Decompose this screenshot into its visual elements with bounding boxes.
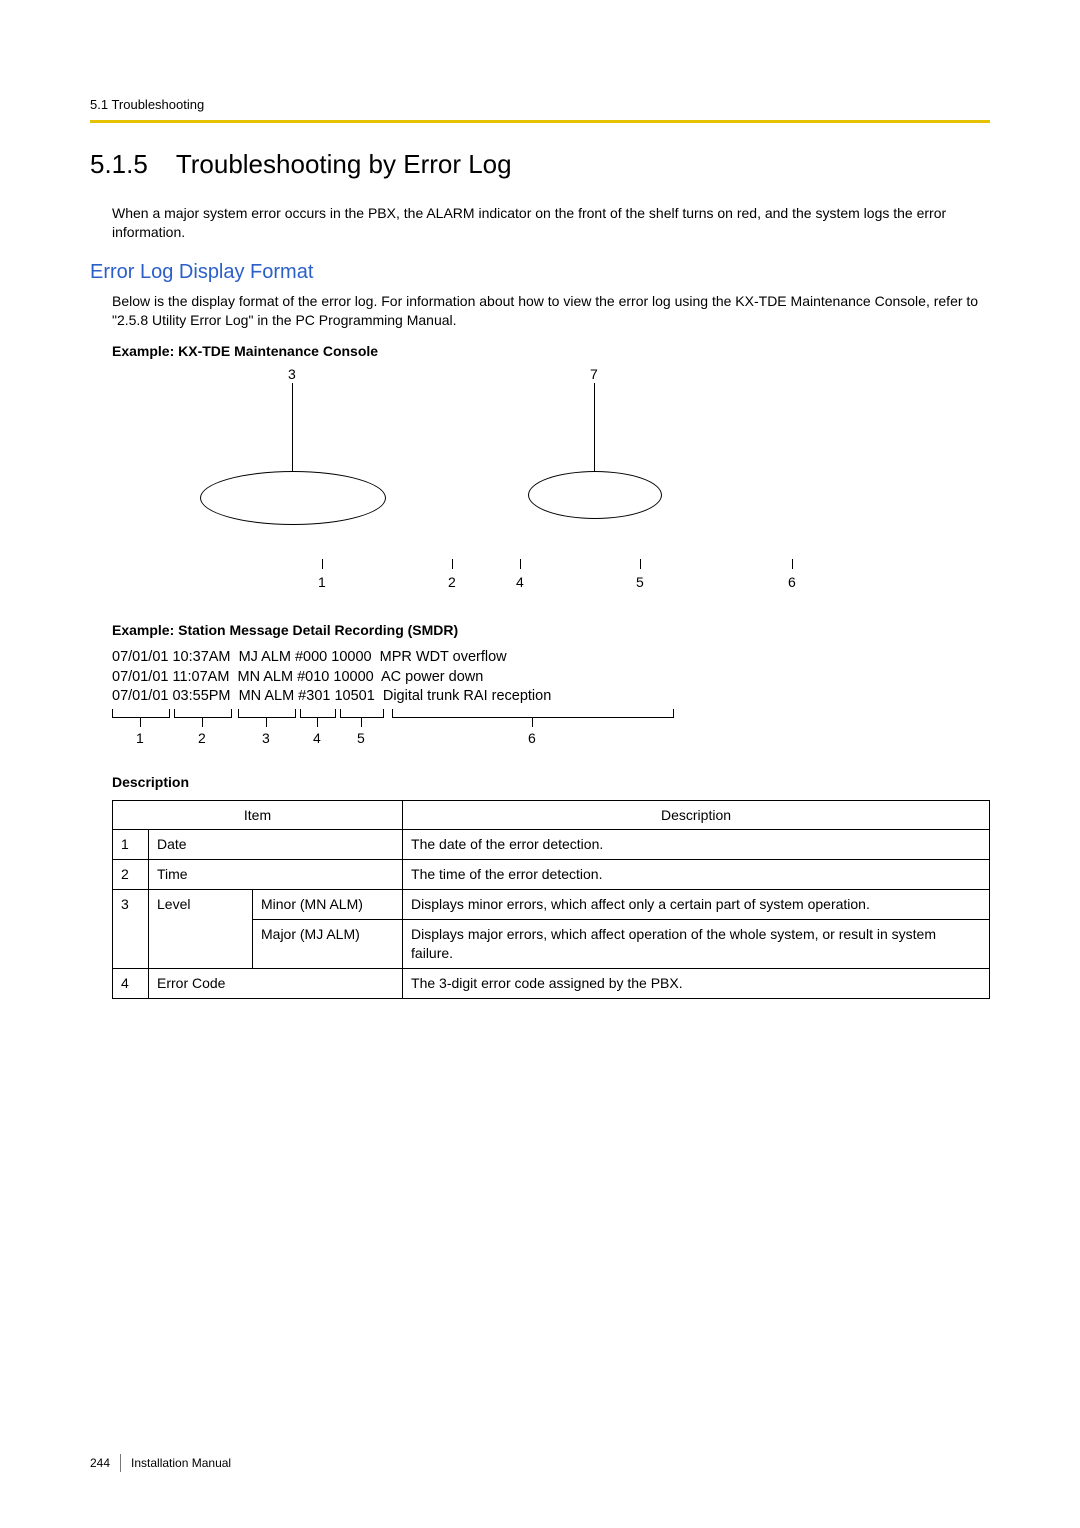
running-header: 5.1 Troubleshooting	[90, 96, 990, 114]
smdr-tick	[317, 717, 318, 727]
example1-label: Example: KX-TDE Maintenance Console	[112, 342, 990, 361]
sub-intro-paragraph: Below is the display format of the error…	[112, 292, 990, 330]
table-cell-item: Level	[149, 890, 253, 969]
table-cell-num: 4	[113, 968, 149, 998]
diagram-bottom-label: 6	[788, 573, 796, 592]
smdr-block: 07/01/01 10:37AM MJ ALM #000 10000 MPR W…	[112, 648, 990, 755]
table-header-row: Item Description	[113, 800, 990, 830]
smdr-bracket-label: 1	[136, 729, 144, 748]
example2-label: Example: Station Message Detail Recordin…	[112, 621, 990, 640]
smdr-bracket	[174, 709, 232, 718]
smdr-tick	[140, 717, 141, 727]
diagram-bottom-label: 4	[516, 573, 524, 592]
table-cell-desc: The 3-digit error code assigned by the P…	[403, 968, 990, 998]
diagram-bottom-label: 5	[636, 573, 644, 592]
diagram-ellipse-left	[200, 471, 386, 525]
table-cell-sub: Major (MJ ALM)	[253, 920, 403, 969]
smdr-bracket-label: 5	[357, 729, 365, 748]
smdr-bracket-label: 4	[313, 729, 321, 748]
diagram-tick	[792, 559, 793, 569]
table-cell-desc: The date of the error detection.	[403, 830, 990, 860]
body: When a major system error occurs in the …	[112, 204, 990, 242]
table-row: 1 Date The date of the error detection.	[113, 830, 990, 860]
footer-separator	[120, 1454, 121, 1472]
table-cell-item: Date	[149, 830, 403, 860]
table-cell-desc: Displays major errors, which affect oper…	[403, 920, 990, 969]
smdr-bracket	[392, 709, 674, 718]
table-cell-desc: The time of the error detection.	[403, 860, 990, 890]
smdr-bracket-label: 6	[528, 729, 536, 748]
table-cell-item: Error Code	[149, 968, 403, 998]
smdr-tick	[266, 717, 267, 727]
smdr-bracket	[238, 709, 296, 718]
smdr-brackets: 1 2 3 4 5 6	[112, 709, 990, 755]
diagram-line	[594, 383, 595, 471]
subsection-heading: Error Log Display Format	[90, 259, 990, 286]
smdr-bracket	[340, 709, 384, 718]
page-number: 244	[90, 1455, 110, 1471]
page: 5.1 Troubleshooting 5.1.5 Troubleshootin…	[0, 0, 1080, 1528]
diagram-tick	[520, 559, 521, 569]
diagram-bottom-ticks: 1 2 4 5 6	[112, 559, 990, 595]
intro-paragraph: When a major system error occurs in the …	[112, 204, 990, 242]
smdr-bracket	[300, 709, 336, 718]
table-row: 4 Error Code The 3-digit error code assi…	[113, 968, 990, 998]
diagram-line	[292, 383, 293, 471]
accent-rule	[90, 120, 990, 123]
table-header-item: Item	[113, 800, 403, 830]
smdr-tick	[202, 717, 203, 727]
table-header-desc: Description	[403, 800, 990, 830]
diagram-tick	[322, 559, 323, 569]
section-heading: 5.1.5 Troubleshooting by Error Log	[90, 147, 990, 182]
kxtde-diagram: 3 7 1 2 4 5 6	[112, 365, 990, 595]
diagram-bottom-label: 1	[318, 573, 326, 592]
footer-title: Installation Manual	[131, 1455, 231, 1471]
description-heading: Description	[112, 773, 990, 792]
smdr-bracket	[112, 709, 170, 718]
table-row: 3 Level Minor (MN ALM) Displays minor er…	[113, 890, 990, 920]
smdr-line: 07/01/01 03:55PM MN ALM #301 10501 Digit…	[112, 687, 990, 707]
smdr-line: 07/01/01 10:37AM MJ ALM #000 10000 MPR W…	[112, 648, 990, 668]
table-cell-num: 3	[113, 890, 149, 969]
diagram-top-label-7: 7	[590, 365, 598, 384]
page-footer: 244 Installation Manual	[90, 1454, 231, 1472]
section-title: Troubleshooting by Error Log	[176, 147, 512, 182]
smdr-tick	[532, 717, 533, 727]
smdr-bracket-label: 2	[198, 729, 206, 748]
diagram-tick	[452, 559, 453, 569]
diagram-top-label-3: 3	[288, 365, 296, 384]
diagram-bottom-label: 2	[448, 573, 456, 592]
table-cell-num: 2	[113, 860, 149, 890]
smdr-tick	[361, 717, 362, 727]
smdr-line: 07/01/01 11:07AM MN ALM #010 10000 AC po…	[112, 668, 990, 688]
table-cell-desc: Displays minor errors, which affect only…	[403, 890, 990, 920]
section-number: 5.1.5	[90, 147, 148, 182]
table-cell-sub: Minor (MN ALM)	[253, 890, 403, 920]
subsection-body: Below is the display format of the error…	[112, 292, 990, 998]
diagram-ellipse-right	[528, 471, 662, 519]
table-cell-item: Time	[149, 860, 403, 890]
diagram-tick	[640, 559, 641, 569]
table-row: 2 Time The time of the error detection.	[113, 860, 990, 890]
smdr-bracket-label: 3	[262, 729, 270, 748]
description-table: Item Description 1 Date The date of the …	[112, 800, 990, 999]
table-cell-num: 1	[113, 830, 149, 860]
